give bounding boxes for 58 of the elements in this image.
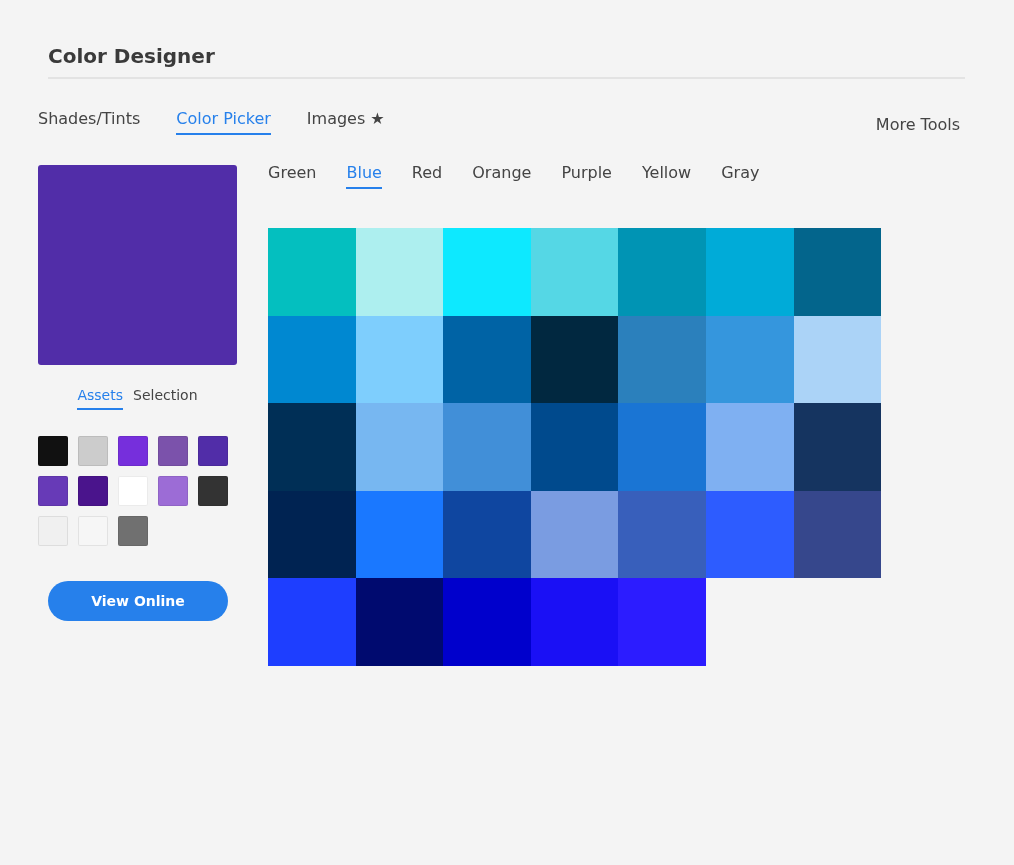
color-swatch[interactable]	[78, 476, 108, 506]
tab[interactable]: Assets	[77, 387, 123, 410]
tab[interactable]: Red	[411, 163, 443, 189]
tab[interactable]: Blue	[346, 163, 382, 189]
view-online-button[interactable]: View Online	[48, 581, 228, 621]
color-swatch[interactable]	[268, 403, 356, 491]
color-swatch[interactable]	[443, 403, 531, 491]
color-swatch[interactable]	[355, 403, 444, 491]
tab[interactable]: Images ★	[306, 109, 385, 135]
color-swatch[interactable]	[268, 490, 356, 579]
color-swatch[interactable]	[530, 490, 619, 579]
color-swatch[interactable]	[268, 315, 356, 404]
tab[interactable]: Yellow	[641, 163, 692, 189]
color-swatch[interactable]	[118, 436, 148, 466]
color-swatch[interactable]	[618, 403, 706, 491]
color-swatch[interactable]	[705, 490, 794, 579]
color-swatch[interactable]	[618, 315, 706, 404]
color-swatch[interactable]	[443, 315, 531, 404]
color-swatch[interactable]	[268, 228, 356, 316]
color-swatch[interactable]	[618, 578, 706, 666]
color-swatch[interactable]	[705, 228, 794, 316]
color-swatch[interactable]	[38, 436, 68, 466]
color-swatch[interactable]	[78, 436, 108, 466]
color-swatch[interactable]	[38, 476, 68, 506]
dialog-title: Color Designer	[48, 44, 965, 79]
more-tools-button[interactable]: More Tools	[875, 115, 960, 134]
tab[interactable]: Purple	[561, 163, 612, 189]
color-swatch[interactable]	[355, 490, 444, 579]
color-swatch[interactable]	[530, 403, 619, 491]
color-swatch[interactable]	[705, 315, 794, 404]
color-swatch[interactable]	[158, 476, 188, 506]
color-swatch[interactable]	[355, 315, 444, 404]
color-swatch[interactable]	[793, 490, 882, 579]
color-swatch[interactable]	[793, 403, 882, 491]
color-swatch[interactable]	[355, 228, 444, 316]
color-swatch[interactable]	[705, 403, 794, 491]
color-swatch[interactable]	[443, 228, 531, 316]
color-swatch[interactable]	[618, 228, 706, 316]
color-swatch[interactable]	[443, 578, 531, 666]
color-swatch[interactable]	[793, 228, 882, 316]
color-swatch[interactable]	[530, 228, 619, 316]
color-swatch[interactable]	[618, 490, 706, 579]
tab[interactable]: Gray	[721, 163, 760, 189]
color-swatch[interactable]	[118, 516, 148, 546]
color-swatch[interactable]	[793, 315, 882, 404]
color-swatch[interactable]	[355, 578, 444, 666]
color-swatch[interactable]	[158, 436, 188, 466]
tab[interactable]: Selection	[133, 387, 198, 410]
tab[interactable]: Color Picker	[176, 109, 271, 135]
color-swatch[interactable]	[530, 578, 619, 666]
tab[interactable]: Green	[268, 163, 317, 189]
tab[interactable]: Orange	[472, 163, 532, 189]
color-swatch[interactable]	[198, 476, 228, 506]
color-swatch[interactable]	[530, 315, 619, 404]
tab[interactable]: Shades/Tints	[38, 109, 141, 135]
color-swatch[interactable]	[198, 436, 228, 466]
color-swatch[interactable]	[443, 490, 531, 579]
color-swatch[interactable]	[268, 578, 356, 666]
